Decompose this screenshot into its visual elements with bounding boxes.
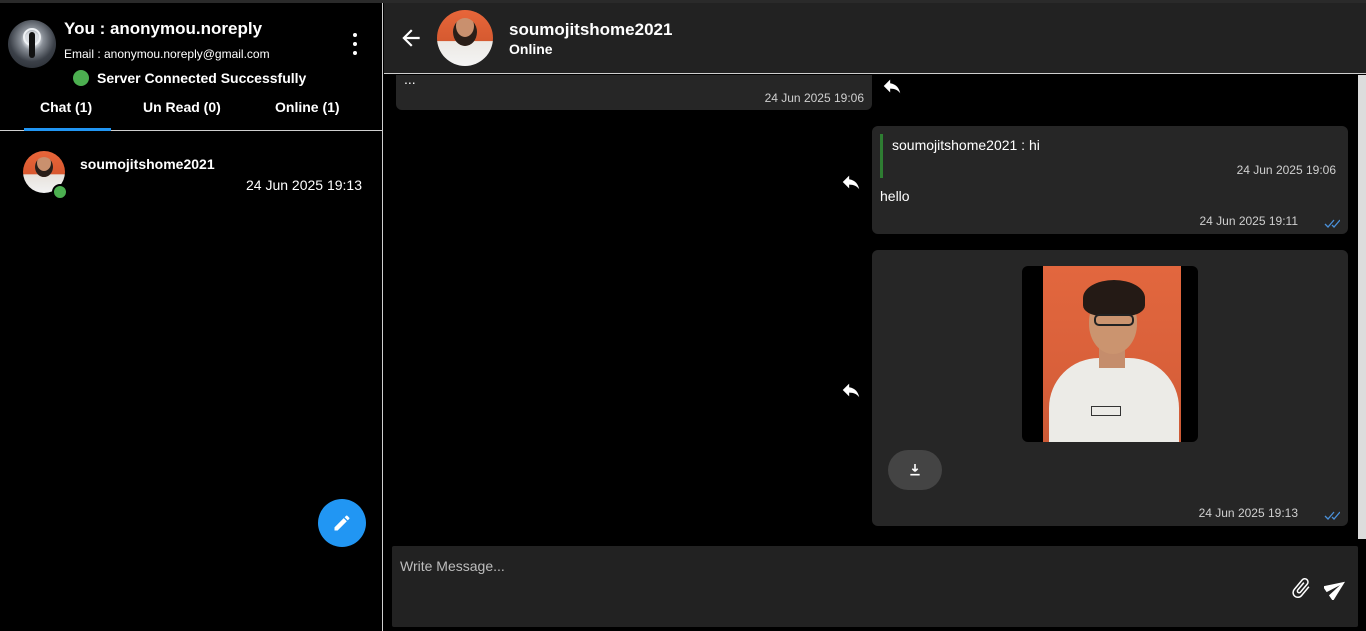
profile-avatar[interactable] bbox=[8, 20, 56, 68]
server-status-text: Server Connected Successfully bbox=[97, 70, 307, 86]
message-time: 24 Jun 2025 19:11 bbox=[1199, 214, 1298, 228]
message-time: 24 Jun 2025 19:13 bbox=[1198, 506, 1298, 520]
profile-email: Email : anonymou.noreply@gmail.com bbox=[64, 47, 270, 61]
reply-icon[interactable] bbox=[838, 171, 864, 193]
pencil-icon bbox=[334, 515, 350, 531]
send-icon[interactable] bbox=[1324, 576, 1348, 600]
quoted-time: 24 Jun 2025 19:06 bbox=[1236, 163, 1336, 177]
conversation-avatar[interactable] bbox=[437, 10, 493, 66]
double-check-icon bbox=[1324, 511, 1340, 520]
quoted-text: soumojitshome2021 : hi bbox=[892, 137, 1040, 153]
profile-name: You : anonymou.noreply bbox=[64, 19, 263, 38]
conversation-name: soumojitshome2021 bbox=[509, 20, 673, 39]
tab-bar: Chat (1) Un Read (0) Online (1) bbox=[0, 93, 382, 131]
conversation-header: soumojitshome2021 Online bbox=[384, 3, 1366, 74]
double-check-icon bbox=[1324, 219, 1340, 228]
message-bubble-outgoing-image[interactable]: 24 Jun 2025 19:13 bbox=[872, 250, 1348, 526]
tab-unread[interactable]: Un Read (0) bbox=[143, 99, 221, 115]
photo bbox=[1043, 266, 1181, 442]
chat-list-item[interactable]: soumojitshome2021 24 Jun 2025 19:13 bbox=[0, 143, 382, 207]
kebab-menu-icon[interactable] bbox=[345, 31, 365, 57]
download-button[interactable] bbox=[888, 450, 942, 490]
server-status: Server Connected Successfully bbox=[73, 70, 306, 86]
message-list[interactable]: ... 24 Jun 2025 19:06 soumojitshome2021 … bbox=[384, 75, 1366, 539]
message-composer bbox=[392, 546, 1358, 627]
message-text: hello bbox=[880, 188, 910, 204]
reply-icon[interactable] bbox=[879, 75, 905, 97]
last-message-time: 24 Jun 2025 19:13 bbox=[246, 177, 362, 193]
message-time: 24 Jun 2025 19:06 bbox=[764, 91, 864, 105]
paperclip-icon[interactable] bbox=[1289, 576, 1313, 600]
new-chat-button[interactable] bbox=[318, 499, 366, 547]
sidebar: You : anonymou.noreply Email : anonymou.… bbox=[0, 3, 383, 631]
image-attachment[interactable] bbox=[1022, 266, 1198, 442]
tab-online[interactable]: Online (1) bbox=[275, 99, 340, 115]
scrollbar[interactable] bbox=[1358, 75, 1366, 539]
status-dot-icon bbox=[73, 70, 89, 86]
conversation-status: Online bbox=[509, 41, 553, 57]
message-input[interactable] bbox=[392, 546, 1272, 586]
download-icon bbox=[910, 464, 920, 476]
message-bubble-incoming[interactable]: ... 24 Jun 2025 19:06 bbox=[396, 75, 872, 110]
online-indicator bbox=[52, 184, 68, 200]
conversation-panel: soumojitshome2021 Online ... 24 Jun 2025… bbox=[384, 3, 1366, 631]
contact-name: soumojitshome2021 bbox=[80, 156, 215, 172]
reply-icon[interactable] bbox=[838, 379, 864, 401]
quoted-message[interactable]: soumojitshome2021 : hi 24 Jun 2025 19:06 bbox=[880, 134, 1336, 178]
message-text: ... bbox=[404, 75, 416, 87]
tab-chat[interactable]: Chat (1) bbox=[40, 99, 92, 115]
message-bubble-outgoing[interactable]: soumojitshome2021 : hi 24 Jun 2025 19:06… bbox=[872, 126, 1348, 234]
active-tab-indicator bbox=[24, 128, 111, 131]
back-arrow-icon[interactable] bbox=[398, 25, 424, 51]
